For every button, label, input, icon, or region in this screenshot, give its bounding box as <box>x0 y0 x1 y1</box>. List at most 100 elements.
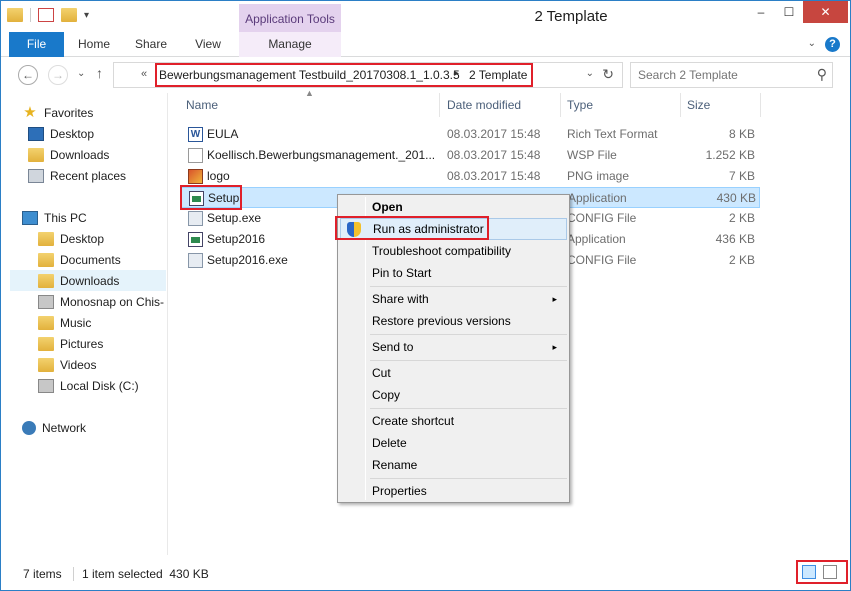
status-divider <box>73 567 74 581</box>
explorer-window: ▾ Application Tools 2 Template – ☐ ✕ Fil… <box>0 0 851 591</box>
menu-item-share-with[interactable]: Share with ▸ <box>340 288 567 310</box>
file-size: 8 KB <box>728 127 755 141</box>
up-button[interactable]: ↑ <box>96 65 103 81</box>
menu-item-open[interactable]: Open <box>340 196 567 218</box>
maximize-button[interactable]: ☐ <box>775 1 803 23</box>
menu-item-rename[interactable]: Rename <box>340 454 567 476</box>
nav-pc-desktop[interactable]: Desktop <box>10 228 166 249</box>
nav-favorites-desktop[interactable]: Desktop <box>10 123 166 144</box>
status-item-count: 7 items <box>23 567 62 581</box>
title-bar: ▾ Application Tools 2 Template – ☐ ✕ <box>1 1 850 34</box>
tab-view[interactable]: View <box>182 32 234 57</box>
column-header-size[interactable]: Size <box>681 93 761 117</box>
file-type: PNG image <box>567 169 630 183</box>
help-icon[interactable]: ? <box>825 37 840 52</box>
qat-dropdown-icon[interactable]: ▾ <box>84 10 89 21</box>
large-icons-view-icon[interactable] <box>823 565 837 579</box>
column-header-date[interactable]: Date modified <box>441 93 561 117</box>
nav-label: Downloads <box>50 147 110 162</box>
word-doc-icon: W <box>188 127 203 142</box>
file-size: 2 KB <box>728 253 755 267</box>
menu-item-label: Share with <box>372 292 429 306</box>
refresh-icon[interactable]: ↻ <box>602 66 614 83</box>
folder-icon <box>38 315 54 330</box>
menu-item-send-to[interactable]: Send to ▸ <box>340 336 567 358</box>
tab-file[interactable]: File <box>9 32 64 57</box>
menu-item-troubleshoot[interactable]: Troubleshoot compatibility <box>340 240 567 262</box>
nav-network-drive[interactable]: Monosnap on Chis- <box>10 291 166 312</box>
menu-item-restore-previous-versions[interactable]: Restore previous versions <box>340 310 567 332</box>
address-bar[interactable]: « Bewerbungsmanagement Testbuild_2017030… <box>113 62 623 88</box>
nav-recent-places[interactable]: Recent places <box>10 165 166 186</box>
nav-label: Videos <box>60 357 97 372</box>
file-name: logo <box>207 169 230 183</box>
nav-label: Desktop <box>50 126 95 141</box>
menu-separator <box>370 360 567 361</box>
config-icon <box>188 211 203 226</box>
nav-label: Monosnap on Chis- <box>60 294 165 309</box>
navigation-pane: ★ Favorites Desktop Downloads Recent pla… <box>10 93 168 555</box>
search-box[interactable]: ⚲ <box>630 62 833 88</box>
nav-local-disk[interactable]: Local Disk (C:) <box>10 375 166 396</box>
tab-home[interactable]: Home <box>68 32 120 57</box>
menu-separator <box>370 286 567 287</box>
forward-button[interactable]: → <box>48 65 68 85</box>
nav-pc-downloads[interactable]: Downloads <box>10 270 166 291</box>
minimize-button[interactable]: – <box>747 1 775 23</box>
column-header-type[interactable]: Type <box>561 93 681 117</box>
file-row[interactable]: W EULA 08.03.2017 15:48 Rich Text Format… <box>180 124 760 145</box>
tab-share[interactable]: Share <box>125 32 177 57</box>
file-row[interactable]: Koellisch.Bewerbungsmanagement._201... 0… <box>180 145 760 166</box>
ribbon-expand-icon[interactable]: ⌄ <box>808 38 816 49</box>
nav-network[interactable]: Network <box>10 417 166 438</box>
star-icon: ★ <box>23 103 37 121</box>
nav-label: Favorites <box>44 105 94 120</box>
context-menu: Open Run as administrator Troubleshoot c… <box>337 194 570 503</box>
nav-pc-documents[interactable]: Documents <box>10 249 166 270</box>
tab-manage[interactable]: Manage <box>239 32 341 57</box>
properties-icon[interactable] <box>38 8 54 22</box>
address-row: ← → ⌄ ↑ « Bewerbungsmanagement Testbuild… <box>1 58 850 91</box>
nav-label: Documents <box>60 252 121 267</box>
search-input[interactable] <box>638 64 813 86</box>
menu-item-properties[interactable]: Properties <box>340 480 567 502</box>
file-size: 2 KB <box>728 211 755 225</box>
nav-videos[interactable]: Videos <box>10 354 166 375</box>
nav-music[interactable]: Music <box>10 312 166 333</box>
folder-icon <box>38 231 54 246</box>
file-row[interactable]: logo 08.03.2017 15:48 PNG image 7 KB <box>180 166 760 187</box>
menu-separator <box>370 408 567 409</box>
recent-locations-icon[interactable]: ⌄ <box>77 68 85 79</box>
menu-item-cut[interactable]: Cut <box>340 362 567 384</box>
back-button[interactable]: ← <box>18 65 38 85</box>
pc-icon <box>22 210 38 225</box>
nav-favorites-downloads[interactable]: Downloads <box>10 144 166 165</box>
file-icon <box>188 148 203 163</box>
nav-this-pc[interactable]: This PC <box>10 207 166 228</box>
search-icon[interactable]: ⚲ <box>817 66 827 83</box>
address-overflow[interactable]: « <box>141 68 147 80</box>
config-icon <box>188 253 203 268</box>
window-title: 2 Template <box>534 8 608 25</box>
status-selection: 1 item selected 430 KB <box>82 567 209 581</box>
submenu-arrow-icon: ▸ <box>552 294 557 304</box>
new-folder-icon[interactable] <box>61 8 77 22</box>
menu-separator <box>370 478 567 479</box>
column-header-name[interactable]: Name <box>180 93 440 117</box>
file-type: CONFIG File <box>567 253 637 267</box>
folder-icon[interactable] <box>7 8 23 22</box>
annotation-box-address <box>155 63 533 87</box>
address-dropdown-icon[interactable]: ⌄ <box>586 68 594 79</box>
submenu-arrow-icon: ▸ <box>552 342 557 352</box>
menu-item-copy[interactable]: Copy <box>340 384 567 406</box>
details-view-icon[interactable] <box>802 565 816 579</box>
file-name: EULA <box>207 127 239 141</box>
menu-item-pin-to-start[interactable]: Pin to Start <box>340 262 567 284</box>
nav-label: Local Disk (C:) <box>60 378 139 393</box>
menu-item-create-shortcut[interactable]: Create shortcut <box>340 410 567 432</box>
menu-item-delete[interactable]: Delete <box>340 432 567 454</box>
image-icon <box>188 169 203 184</box>
close-button[interactable]: ✕ <box>803 1 848 23</box>
nav-favorites[interactable]: ★ Favorites <box>10 102 166 123</box>
nav-pictures[interactable]: Pictures <box>10 333 166 354</box>
